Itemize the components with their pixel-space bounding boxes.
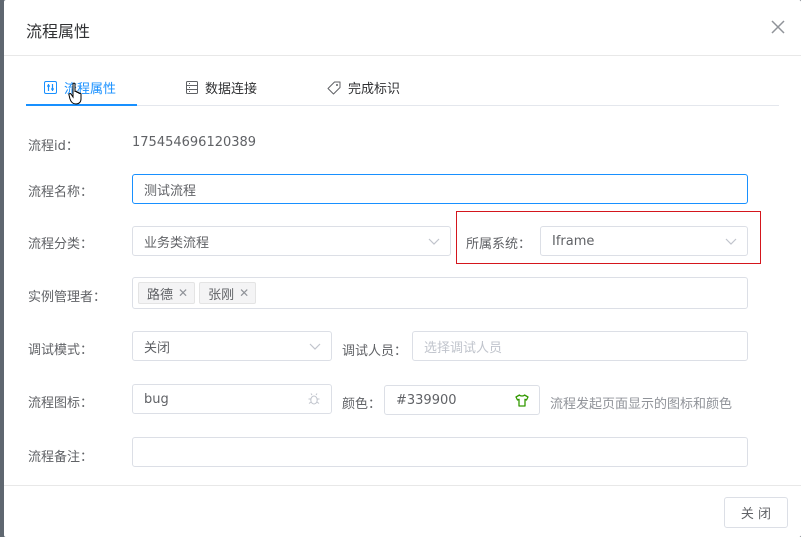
hand-cursor-icon <box>68 82 82 105</box>
process-name-value: 测试流程 <box>144 183 197 199</box>
chevron-down-icon <box>428 238 440 245</box>
icon-input[interactable]: bug <box>132 384 332 414</box>
debug-mode-value: 关闭 <box>144 340 171 356</box>
dialog-title: 流程属性 <box>26 22 91 41</box>
dialog-footer: 关 闭 <box>4 485 801 537</box>
icon-value: bug <box>144 391 169 407</box>
system-select[interactable]: Iframe <box>540 226 748 256</box>
category-select[interactable]: 业务类流程 <box>132 226 451 256</box>
manager-tag: 张刚 ✕ <box>199 282 257 304</box>
color-label: 颜色： <box>342 397 382 412</box>
debug-users-label: 调试人员： <box>342 344 408 359</box>
manager-tag: 路德 ✕ <box>138 282 196 304</box>
close-icon[interactable]: ✕ <box>239 286 249 300</box>
debug-users-placeholder: 选择调试人员 <box>424 340 503 356</box>
close-icon[interactable]: ✕ <box>178 286 188 300</box>
system-value: Iframe <box>552 233 595 249</box>
remark-label: 流程备注： <box>28 450 94 465</box>
process-id-label: 流程id： <box>28 139 79 154</box>
managers-label: 实例管理者： <box>28 290 107 305</box>
tab-data-connection[interactable]: 数据连接 <box>186 70 257 105</box>
tag-icon <box>327 81 341 94</box>
chevron-down-icon <box>309 343 321 350</box>
color-input[interactable]: #339900 <box>384 385 540 415</box>
chevron-down-icon <box>725 238 737 245</box>
manager-tag-label: 张刚 <box>208 287 235 303</box>
process-properties-dialog: 流程属性 流程属性 数据连接 完成标识 流程id： 17545469612038… <box>4 0 801 537</box>
manager-tag-label: 路德 <box>147 287 174 303</box>
process-name-input[interactable]: 测试流程 <box>132 174 748 204</box>
icon-label: 流程图标： <box>28 396 94 411</box>
tab-label: 完成标识 <box>348 82 401 97</box>
process-id-value: 175454696120389 <box>132 135 257 150</box>
debug-users-select[interactable]: 选择调试人员 <box>412 331 748 361</box>
bug-icon[interactable] <box>307 392 321 406</box>
icon-color-hint: 流程发起页面显示的图标和颜色 <box>550 397 733 412</box>
tab-bar: 流程属性 数据连接 完成标识 <box>26 70 779 106</box>
managers-select[interactable]: 路德 ✕ 张刚 ✕ <box>132 277 748 309</box>
close-icon[interactable] <box>769 18 787 36</box>
process-name-label: 流程名称： <box>28 185 94 200</box>
database-icon <box>186 81 198 94</box>
system-label: 所属系统： <box>466 237 532 252</box>
category-value: 业务类流程 <box>144 235 210 251</box>
remark-input[interactable] <box>132 437 748 467</box>
tab-completion-flag[interactable]: 完成标识 <box>327 70 400 105</box>
close-button[interactable]: 关 闭 <box>724 497 788 528</box>
sliders-icon <box>44 81 57 94</box>
category-label: 流程分类： <box>28 237 94 252</box>
color-value: #339900 <box>396 392 457 408</box>
tshirt-icon[interactable] <box>515 394 529 407</box>
tab-label: 数据连接 <box>205 82 258 97</box>
dialog-header: 流程属性 <box>4 0 801 56</box>
debug-mode-select[interactable]: 关闭 <box>132 331 332 361</box>
debug-mode-label: 调试模式： <box>28 343 94 358</box>
